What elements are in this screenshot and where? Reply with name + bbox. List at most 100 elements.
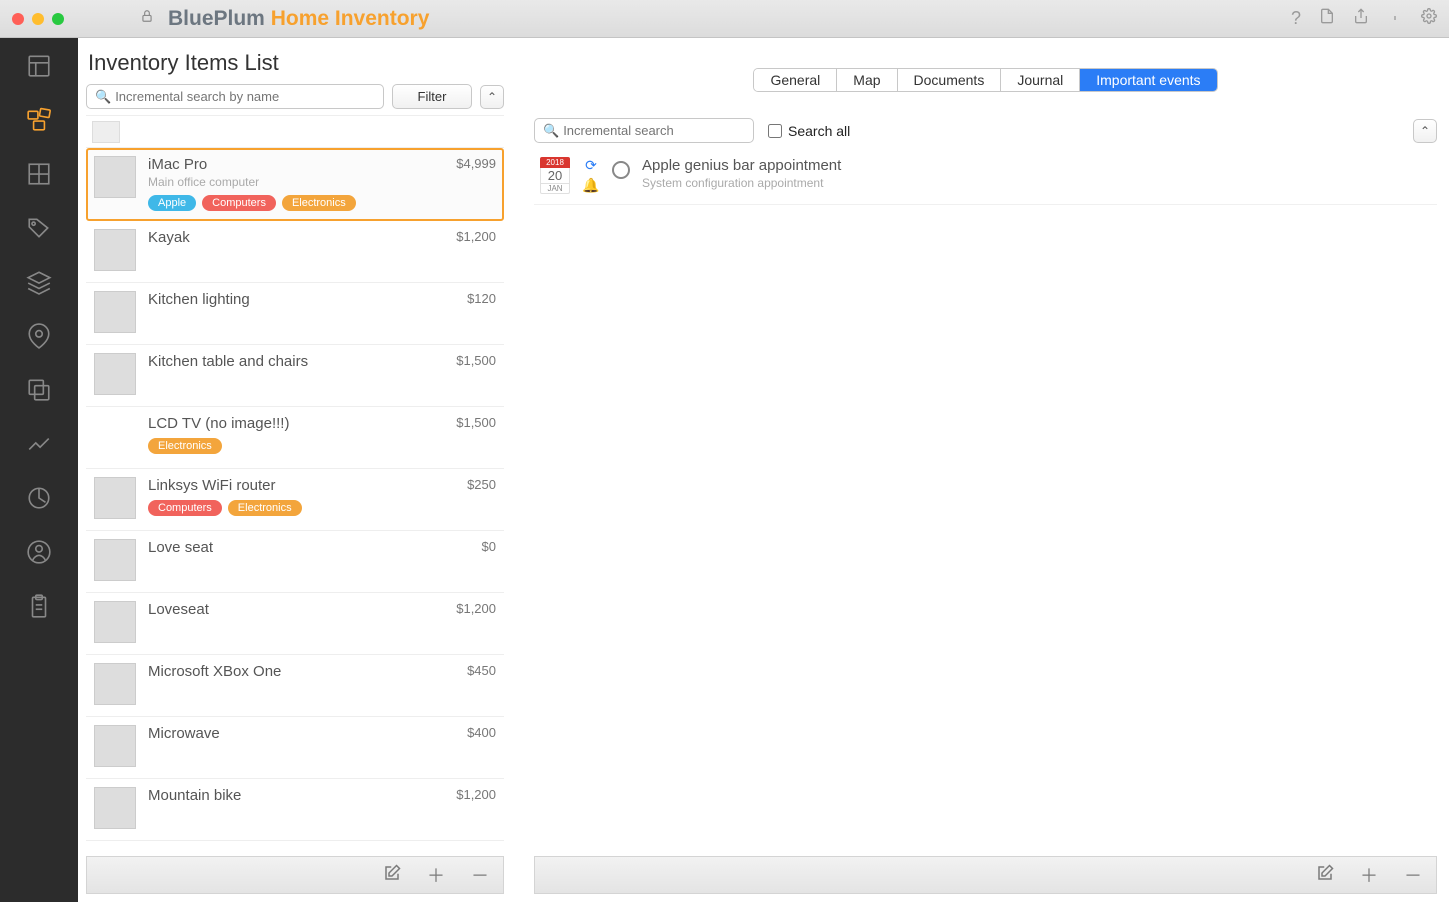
maximize-window-button[interactable] <box>52 13 64 25</box>
item-tags: Computers Electronics <box>148 500 429 516</box>
add-icon[interactable]: ＋ <box>427 862 445 888</box>
settings-icon[interactable] <box>1421 8 1437 29</box>
items-panel: Inventory Items List 🔍 Filter ⌃ iMac Pro… <box>86 46 504 894</box>
events-search[interactable]: 🔍 <box>534 118 754 143</box>
search-all-checkbox[interactable]: Search all <box>768 123 850 139</box>
rail-clipboard[interactable] <box>19 590 59 622</box>
thumbnail <box>94 415 136 457</box>
event-date: 201820JAN <box>540 157 570 194</box>
list-item[interactable]: Loveseat $1,200 <box>86 593 504 655</box>
event-status-circle[interactable] <box>612 161 630 179</box>
item-price: $250 <box>441 477 496 520</box>
item-name: Kayak <box>148 229 429 246</box>
rail-locations[interactable] <box>19 320 59 352</box>
list-item[interactable]: Microwave $400 <box>86 717 504 779</box>
rail-dashboard[interactable] <box>19 50 59 82</box>
item-name: iMac Pro <box>148 156 429 173</box>
item-name: Kitchen table and chairs <box>148 353 429 370</box>
window-controls <box>12 13 64 25</box>
rail-collections[interactable] <box>19 266 59 298</box>
item-price: $120 <box>441 291 496 334</box>
list-row-partial[interactable] <box>86 116 504 148</box>
tab-important-events[interactable]: Important events <box>1080 69 1216 91</box>
list-item[interactable]: Kitchen lighting $120 <box>86 283 504 345</box>
toolbar-right: ? <box>1291 8 1437 29</box>
item-name: Microwave <box>148 725 429 742</box>
search-all-label: Search all <box>788 123 850 139</box>
item-price: $1,200 <box>441 601 496 644</box>
item-price: $1,200 <box>441 229 496 272</box>
item-name: Loveseat <box>148 601 429 618</box>
tag: Electronics <box>228 500 302 516</box>
close-window-button[interactable] <box>12 13 24 25</box>
bell-icon: 🔔 <box>582 177 599 194</box>
search-all-input[interactable] <box>768 124 782 138</box>
rail-analytics[interactable] <box>19 428 59 460</box>
remove-icon[interactable]: － <box>1404 862 1422 888</box>
events-collapse-toggle[interactable]: ⌃ <box>1413 119 1437 143</box>
items-search[interactable]: 🔍 <box>86 84 384 109</box>
list-item[interactable]: LCD TV (no image!!!)Electronics$1,500 <box>86 407 504 469</box>
list-item[interactable]: Kitchen table and chairs $1,500 <box>86 345 504 407</box>
event-indicators: ⟳ 🔔 <box>582 157 600 194</box>
list-item[interactable]: Linksys WiFi routerComputersElectronics$… <box>86 469 504 531</box>
tag: Computers <box>148 500 222 516</box>
thumbnail <box>94 353 136 395</box>
filter-button[interactable]: Filter <box>392 84 472 109</box>
thumbnail <box>94 477 136 519</box>
tab-journal[interactable]: Journal <box>1001 69 1080 91</box>
thumbnail <box>94 725 136 767</box>
item-price: $1,500 <box>441 353 496 396</box>
thumbnail <box>94 539 136 581</box>
tab-documents[interactable]: Documents <box>898 69 1002 91</box>
tag: Electronics <box>148 438 222 454</box>
thumbnail <box>92 121 120 143</box>
events-footer: ＋ － <box>534 856 1437 894</box>
event-row[interactable]: 201820JAN ⟳ 🔔 Apple genius bar appointme… <box>534 153 1437 205</box>
item-price: $4,999 <box>441 156 496 211</box>
event-text: Apple genius bar appointment System conf… <box>642 157 841 194</box>
list-item[interactable]: Kayak $1,200 <box>86 221 504 283</box>
items-list: iMac ProMain office computerAppleCompute… <box>86 115 504 856</box>
list-item[interactable]: Microsoft XBox One$450 <box>86 655 504 717</box>
rail-duplicate[interactable] <box>19 374 59 406</box>
list-item[interactable]: Mountain bike$1,200 <box>86 779 504 841</box>
item-price: $400 <box>441 725 496 768</box>
items-footer: ＋ － <box>86 856 504 894</box>
help-icon[interactable]: ? <box>1291 8 1301 29</box>
rail-contacts[interactable] <box>19 536 59 568</box>
event-subtitle: System configuration appointment <box>642 176 841 190</box>
rail-inventory[interactable] <box>19 104 59 136</box>
search-icon: 🔍 <box>95 89 111 105</box>
items-search-input[interactable] <box>115 89 375 104</box>
remove-icon[interactable]: － <box>471 862 489 888</box>
info-icon[interactable] <box>1387 8 1403 29</box>
rail-reports[interactable] <box>19 482 59 514</box>
share-icon[interactable] <box>1353 8 1369 29</box>
collapse-toggle[interactable]: ⌃ <box>480 85 504 109</box>
edit-icon[interactable] <box>383 864 401 887</box>
tag: Computers <box>202 195 276 211</box>
list-item[interactable]: Love seat$0 <box>86 531 504 593</box>
item-name: Microsoft XBox One <box>148 663 429 680</box>
item-tags: Electronics <box>148 438 429 454</box>
minimize-window-button[interactable] <box>32 13 44 25</box>
events-search-input[interactable] <box>563 123 745 138</box>
list-item[interactable]: iMac ProMain office computerAppleCompute… <box>86 148 504 221</box>
app-title: BluePlum Home Inventory <box>168 7 429 31</box>
lock-icon[interactable] <box>140 9 154 28</box>
rail-tags[interactable] <box>19 212 59 244</box>
thumbnail <box>94 156 136 198</box>
edit-icon[interactable] <box>1316 864 1334 887</box>
tab-map[interactable]: Map <box>837 69 897 91</box>
item-price: $1,200 <box>441 787 496 830</box>
item-price: $1,500 <box>441 415 496 458</box>
thumbnail <box>94 663 136 705</box>
item-name: Kitchen lighting <box>148 291 429 308</box>
add-icon[interactable]: ＋ <box>1360 862 1378 888</box>
rail-rooms[interactable] <box>19 158 59 190</box>
tab-general[interactable]: General <box>754 69 837 91</box>
document-icon[interactable] <box>1319 8 1335 29</box>
sidebar-rail <box>0 38 78 902</box>
thumbnail <box>94 229 136 271</box>
